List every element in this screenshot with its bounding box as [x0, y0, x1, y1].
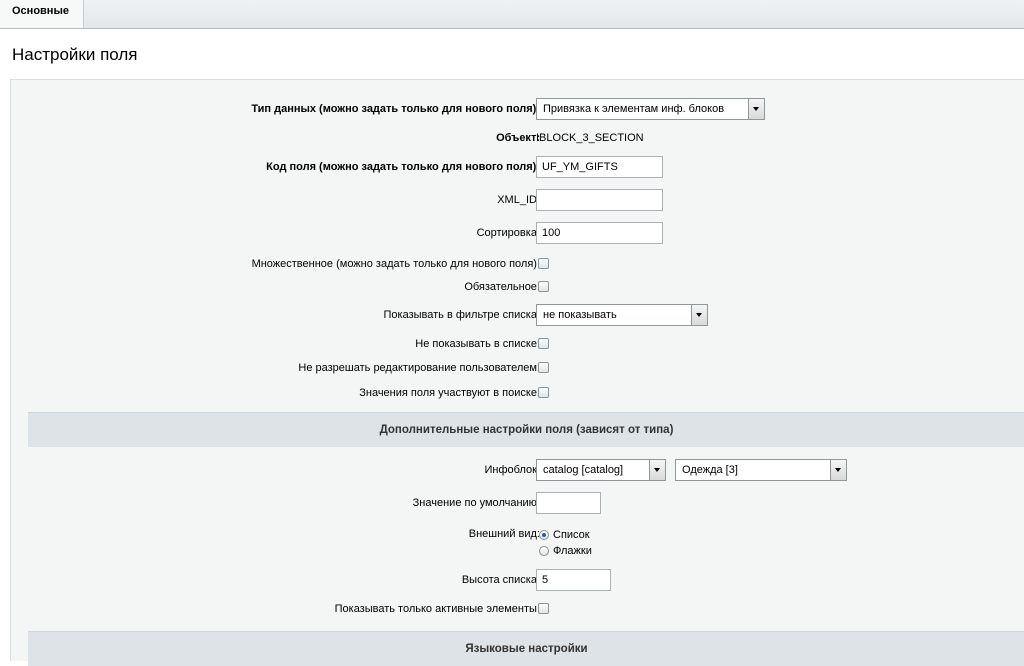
row-no-user-edit: Не разрешать редактирование пользователе…	[11, 357, 1024, 379]
row-object: Объект: IBLOCK_3_SECTION	[11, 127, 1024, 149]
chevron-down-icon	[830, 460, 846, 480]
multiple-checkbox[interactable]	[538, 258, 549, 269]
data-type-value: Привязка к элементам инф. блоков	[543, 103, 725, 115]
row-list-height: Высота списка:	[11, 569, 1024, 591]
default-value-label: Значение по умолчанию:	[412, 497, 540, 509]
searchable-label: Значения поля участвуют в поиске:	[359, 387, 540, 399]
field-code-label: Код поля (можно задать только для нового…	[266, 161, 540, 173]
radio-checkboxes-label: Флажки	[553, 545, 592, 557]
mandatory-label: Обязательное:	[464, 281, 540, 293]
row-multiple: Множественное (можно задать только для н…	[11, 253, 1024, 275]
tab-bar: Основные	[0, 0, 1024, 29]
chevron-down-icon	[691, 305, 707, 325]
radio-list[interactable]	[539, 530, 549, 540]
list-height-label: Высота списка:	[461, 574, 540, 586]
settings-panel: Тип данных (можно задать только для ново…	[10, 79, 1024, 666]
active-only-label: Показывать только активные элементы:	[334, 603, 540, 615]
row-appearance: Внешний вид:	[11, 523, 1024, 545]
field-code-input[interactable]	[536, 156, 663, 178]
object-value: IBLOCK_3_SECTION	[536, 132, 644, 144]
section-header-lang: Языковые настройки	[28, 631, 1024, 666]
list-height-input[interactable]	[536, 569, 611, 591]
default-value-input[interactable]	[536, 492, 601, 514]
row-data-type: Тип данных (можно задать только для ново…	[11, 98, 1024, 120]
iblock-type-value: catalog [catalog]	[543, 464, 624, 476]
row-show-filter: Показывать в фильтре списка: не показыва…	[11, 304, 1024, 326]
multiple-label: Множественное (можно задать только для н…	[251, 258, 540, 270]
hide-in-list-label: Не показывать в списке:	[415, 338, 540, 350]
row-iblock: Инфоблок: catalog [catalog] Одежда [3]	[11, 459, 1024, 481]
chevron-down-icon	[748, 99, 764, 119]
hide-in-list-checkbox[interactable]	[538, 338, 549, 349]
section-header-extra: Дополнительные настройки поля (зависят о…	[28, 412, 1024, 447]
row-mandatory: Обязательное:	[11, 276, 1024, 298]
page-title: Настройки поля	[12, 45, 138, 64]
no-user-edit-label: Не разрешать редактирование пользователе…	[298, 362, 540, 374]
radio-list-label: Список	[553, 529, 590, 541]
show-filter-label: Показывать в фильтре списка:	[383, 309, 541, 321]
row-hide-in-list: Не показывать в списке:	[11, 333, 1024, 355]
object-label: Объект:	[496, 132, 540, 144]
row-active-only: Показывать только активные элементы:	[11, 598, 1024, 620]
row-field-code: Код поля (можно задать только для нового…	[11, 156, 1024, 178]
data-type-label: Тип данных (можно задать только для ново…	[251, 103, 540, 115]
row-sort: Сортировка:	[11, 222, 1024, 244]
mandatory-checkbox[interactable]	[538, 281, 549, 292]
chevron-down-icon	[649, 460, 665, 480]
sort-input[interactable]	[536, 222, 663, 244]
no-user-edit-checkbox[interactable]	[538, 362, 549, 373]
sort-label: Сортировка:	[476, 227, 540, 239]
tab-main[interactable]: Основные	[0, 0, 84, 28]
row-default-value: Значение по умолчанию:	[11, 492, 1024, 514]
show-filter-select[interactable]: не показывать	[536, 304, 708, 326]
show-filter-value: не показывать	[543, 309, 617, 321]
active-only-checkbox[interactable]	[538, 603, 549, 614]
xml-id-input[interactable]	[536, 189, 663, 211]
searchable-checkbox[interactable]	[538, 387, 549, 398]
radio-checkboxes[interactable]	[539, 546, 549, 556]
iblock-value: Одежда [3]	[682, 464, 738, 476]
iblock-select[interactable]: Одежда [3]	[675, 459, 847, 481]
data-type-select[interactable]: Привязка к элементам инф. блоков	[536, 98, 765, 120]
row-xml-id: XML_ID:	[11, 189, 1024, 211]
iblock-label: Инфоблок:	[484, 464, 540, 476]
iblock-type-select[interactable]: catalog [catalog]	[536, 459, 666, 481]
xml-id-label: XML_ID:	[497, 194, 540, 206]
appearance-label: Внешний вид:	[468, 528, 540, 540]
row-searchable: Значения поля участвуют в поиске:	[11, 382, 1024, 404]
